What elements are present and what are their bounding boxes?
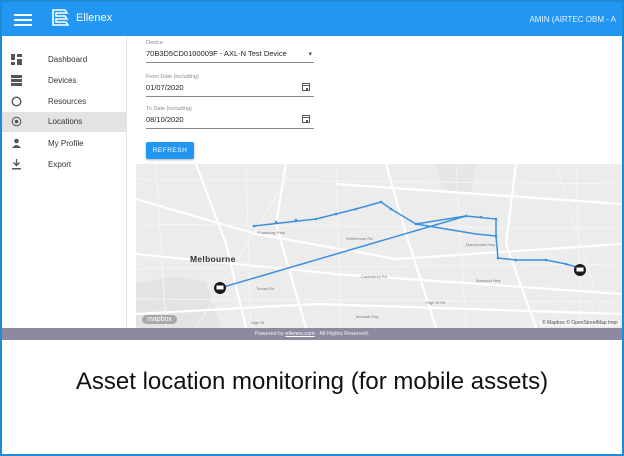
device-select[interactable]: Device 70B3D5CD0100009F - AXL-N Test Dev…: [146, 40, 314, 63]
calendar-icon[interactable]: [302, 83, 310, 91]
map-place-label: High St: [251, 320, 265, 325]
map-place-label: Footscray Park: [258, 230, 285, 235]
dashboard-icon: [11, 54, 22, 65]
refresh-button[interactable]: REFRESH: [146, 142, 194, 159]
map-place-label: Maroondah Hwy: [466, 242, 496, 247]
to-date-input[interactable]: [146, 115, 296, 124]
sidebar-nav: Dashboard Devices Resources Locations My…: [2, 36, 127, 328]
screenshot-frame: Ellenex AMIN (AIRTEC OBM - A Dashboard D…: [0, 0, 624, 456]
map-place-label: Canterbury Rd: [361, 274, 388, 279]
caption: Asset location monitoring (for mobile as…: [75, 368, 549, 395]
dropdown-arrow-icon[interactable]: ▾: [308, 50, 312, 58]
device-value: 70B3D5CD0100009F - AXL-N Test Device: [146, 49, 287, 58]
location-map[interactable]: Melbourne Footscray Park Whitehorse Rd C…: [136, 164, 622, 328]
map-place-label: Toorak Rd: [256, 286, 275, 291]
asset-marker-start: [214, 282, 226, 294]
location-icon: [11, 116, 22, 127]
map-place-label: High St Rd: [426, 300, 446, 305]
mapbox-logo[interactable]: mapbox: [142, 315, 177, 324]
map-place-label: Burwood Hwy: [476, 278, 501, 283]
sidebar-item-export[interactable]: Export: [2, 155, 126, 175]
map-canvas[interactable]: [136, 164, 622, 328]
device-label: Device: [146, 40, 163, 46]
from-date-input[interactable]: [146, 83, 296, 92]
to-date-field[interactable]: To Date (including): [146, 106, 314, 129]
sidebar-item-dashboard[interactable]: Dashboard: [2, 50, 126, 70]
map-place-label: Monash Fwy: [356, 314, 379, 319]
menu-icon[interactable]: [14, 11, 32, 27]
download-icon: [12, 159, 21, 170]
to-date-label: To Date (including): [146, 106, 192, 112]
sidebar-item-devices[interactable]: Devices: [2, 71, 126, 91]
sidebar-item-label: Dashboard: [48, 55, 88, 64]
sidebar-item-label: Locations: [48, 117, 83, 126]
sidebar-item-label: Export: [48, 160, 72, 169]
ellenex-logo-icon: [52, 9, 70, 26]
top-app-bar: Ellenex AMIN (AIRTEC OBM - A: [2, 2, 622, 36]
footer-link[interactable]: ellenex.com: [285, 331, 314, 337]
map-attribution[interactable]: © Mapbox © OpenStreetMap Impr: [539, 320, 620, 326]
sidebar-item-resources[interactable]: Resources: [2, 92, 126, 112]
footer: Powered by ellenex.com - All Rights Rese…: [2, 328, 622, 340]
map-place-label: Whitehorse Rd: [346, 236, 373, 241]
user-account-menu[interactable]: AMIN (AIRTEC OBM - A: [529, 15, 616, 24]
footer-suffix: - All Rights Reserved.: [314, 331, 370, 337]
sidebar-item-label: Devices: [48, 76, 77, 85]
sidebar-item-label: Resources: [48, 97, 87, 106]
from-date-label: From Date (including): [146, 74, 199, 80]
brand-name: Ellenex: [76, 12, 113, 24]
asset-marker-end: [574, 264, 586, 276]
city-label: Melbourne: [190, 254, 236, 264]
devices-icon: [11, 75, 22, 86]
calendar-icon[interactable]: [302, 115, 310, 123]
resources-icon: [11, 96, 22, 107]
sidebar-item-my-profile[interactable]: My Profile: [2, 134, 126, 154]
sidebar-item-label: My Profile: [48, 139, 84, 148]
person-icon: [12, 138, 21, 148]
footer-prefix: Powered by: [254, 331, 286, 337]
from-date-field[interactable]: From Date (including): [146, 74, 314, 97]
sidebar-item-locations[interactable]: Locations: [2, 112, 126, 132]
